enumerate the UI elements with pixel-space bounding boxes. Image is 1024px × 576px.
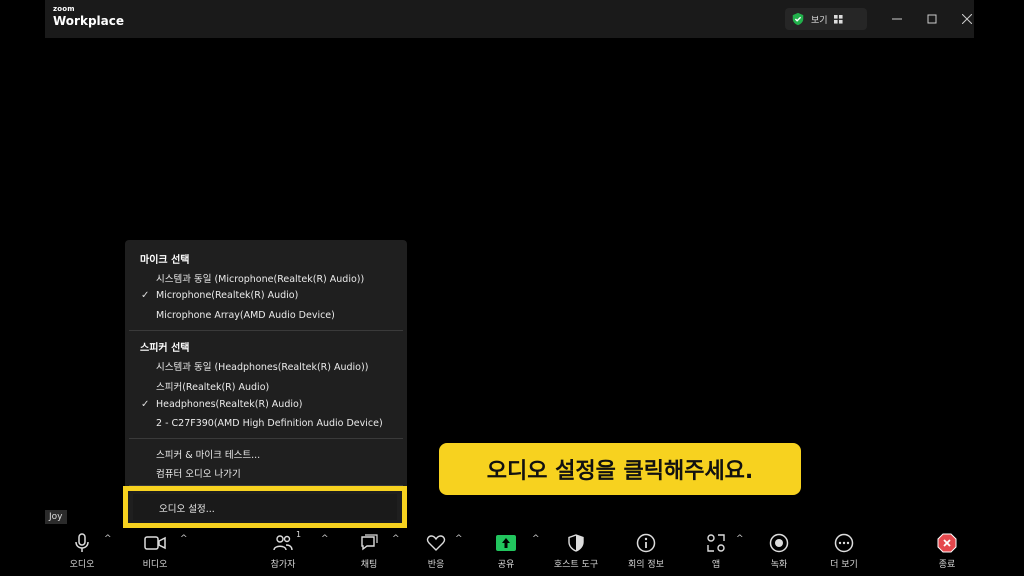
close-icon: [962, 14, 972, 24]
heart-icon: [426, 535, 446, 551]
grid-view-icon: [833, 14, 843, 24]
record-button[interactable]: 녹화: [749, 532, 809, 570]
apps-caret-button[interactable]: ^: [736, 534, 744, 544]
end-button[interactable]: 종료: [917, 532, 977, 570]
speaker-option-realtek[interactable]: 스피커(Realtek(R) Audio): [156, 379, 269, 393]
reactions-caret-button[interactable]: ^: [455, 534, 463, 544]
mic-option-system[interactable]: 시스템과 동일 (Microphone(Realtek(R) Audio)): [156, 271, 364, 285]
menu-divider: [129, 438, 403, 439]
host-shield-icon: [568, 534, 584, 552]
chat-button[interactable]: 채팅: [339, 532, 399, 570]
audio-caret-button[interactable]: ^: [104, 534, 112, 544]
record-label: 녹화: [770, 560, 788, 570]
minimize-icon: [892, 18, 902, 20]
microphone-icon: [75, 533, 89, 552]
participants-label: 참가자: [270, 560, 296, 570]
video-caret-button[interactable]: ^: [180, 534, 188, 544]
mic-option-realtek[interactable]: Microphone(Realtek(R) Audio): [156, 290, 298, 301]
meeting-info-label: 회의 정보: [628, 560, 664, 570]
share-button[interactable]: 공유: [476, 532, 536, 570]
apps-label: 앱: [711, 560, 721, 570]
maximize-icon: [927, 14, 937, 24]
more-label: 더 보기: [830, 560, 858, 570]
participants-icon: [273, 535, 293, 551]
instruction-callout: 오디오 설정을 클릭해주세요.: [439, 443, 801, 495]
speaker-option-c27f390[interactable]: 2 - C27F390(AMD High Definition Audio De…: [156, 418, 383, 429]
participants-button[interactable]: 참가자: [253, 532, 313, 570]
host-tools-button[interactable]: 호스트 도구: [546, 532, 606, 570]
video-label: 비디오: [142, 560, 168, 570]
zoom-logo: zoom Workplace: [53, 5, 125, 28]
zoom-window: zoom Workplace 보기 마이크 선택 시스템과 동일 (Microp…: [45, 0, 974, 576]
check-icon: ✓: [141, 290, 150, 301]
reactions-label: 반응: [427, 560, 445, 570]
end-meeting-icon: [937, 533, 957, 553]
video-button[interactable]: 비디오: [125, 532, 185, 570]
more-dots-icon: [834, 533, 854, 553]
chat-icon: [361, 534, 378, 551]
leave-computer-audio-item[interactable]: 컴퓨터 오디오 나가기: [156, 466, 241, 480]
audio-settings-highlight: 오디오 설정...: [123, 486, 407, 528]
audio-settings-row[interactable]: 오디오 설정...: [133, 494, 397, 520]
audio-button[interactable]: 오디오: [52, 532, 112, 570]
minimize-button[interactable]: [888, 10, 906, 28]
more-button[interactable]: 더 보기: [814, 532, 874, 570]
menu-divider: [129, 330, 403, 331]
chat-label: 채팅: [360, 560, 378, 570]
close-button[interactable]: [958, 10, 976, 28]
host-tools-label: 호스트 도구: [553, 560, 599, 570]
end-label: 종료: [938, 560, 956, 570]
audio-settings-item[interactable]: 오디오 설정...: [159, 501, 215, 515]
meeting-toolbar: 오디오 ^ 비디오 ^ 참가자 1 ^ 채팅 ^ 반응 ^ 공유 ^ 호스트 도…: [45, 528, 974, 576]
check-icon: ✓: [141, 399, 150, 410]
mic-section-title: 마이크 선택: [140, 255, 190, 266]
participants-count-badge: 1: [296, 530, 302, 539]
share-label: 공유: [497, 560, 515, 570]
chat-caret-button[interactable]: ^: [392, 534, 400, 544]
apps-icon: [707, 534, 725, 552]
view-button[interactable]: 보기: [785, 8, 867, 30]
meeting-info-button[interactable]: 회의 정보: [616, 532, 676, 570]
logo-big-text: Workplace: [53, 14, 125, 28]
share-screen-icon: [496, 535, 516, 551]
video-camera-icon: [144, 536, 166, 550]
logo-small-text: zoom: [53, 5, 75, 13]
info-icon: [636, 533, 656, 553]
participant-name-tag: Joy: [45, 510, 67, 524]
audio-label: 오디오: [69, 560, 95, 570]
speaker-option-headphones[interactable]: Headphones(Realtek(R) Audio): [156, 399, 303, 410]
title-bar: zoom Workplace 보기: [45, 0, 974, 38]
share-caret-button[interactable]: ^: [532, 534, 540, 544]
view-button-label: 보기: [811, 15, 828, 26]
mic-option-amd-array[interactable]: Microphone Array(AMD Audio Device): [156, 310, 335, 321]
speaker-mic-test-item[interactable]: 스피커 & 마이크 테스트...: [156, 447, 260, 461]
shield-check-icon: [792, 12, 804, 26]
maximize-button[interactable]: [923, 10, 941, 28]
record-icon: [769, 533, 789, 553]
speaker-option-system[interactable]: 시스템과 동일 (Headphones(Realtek(R) Audio)): [156, 359, 368, 373]
speaker-section-title: 스피커 선택: [140, 343, 190, 354]
participants-caret-button[interactable]: ^: [321, 534, 329, 544]
